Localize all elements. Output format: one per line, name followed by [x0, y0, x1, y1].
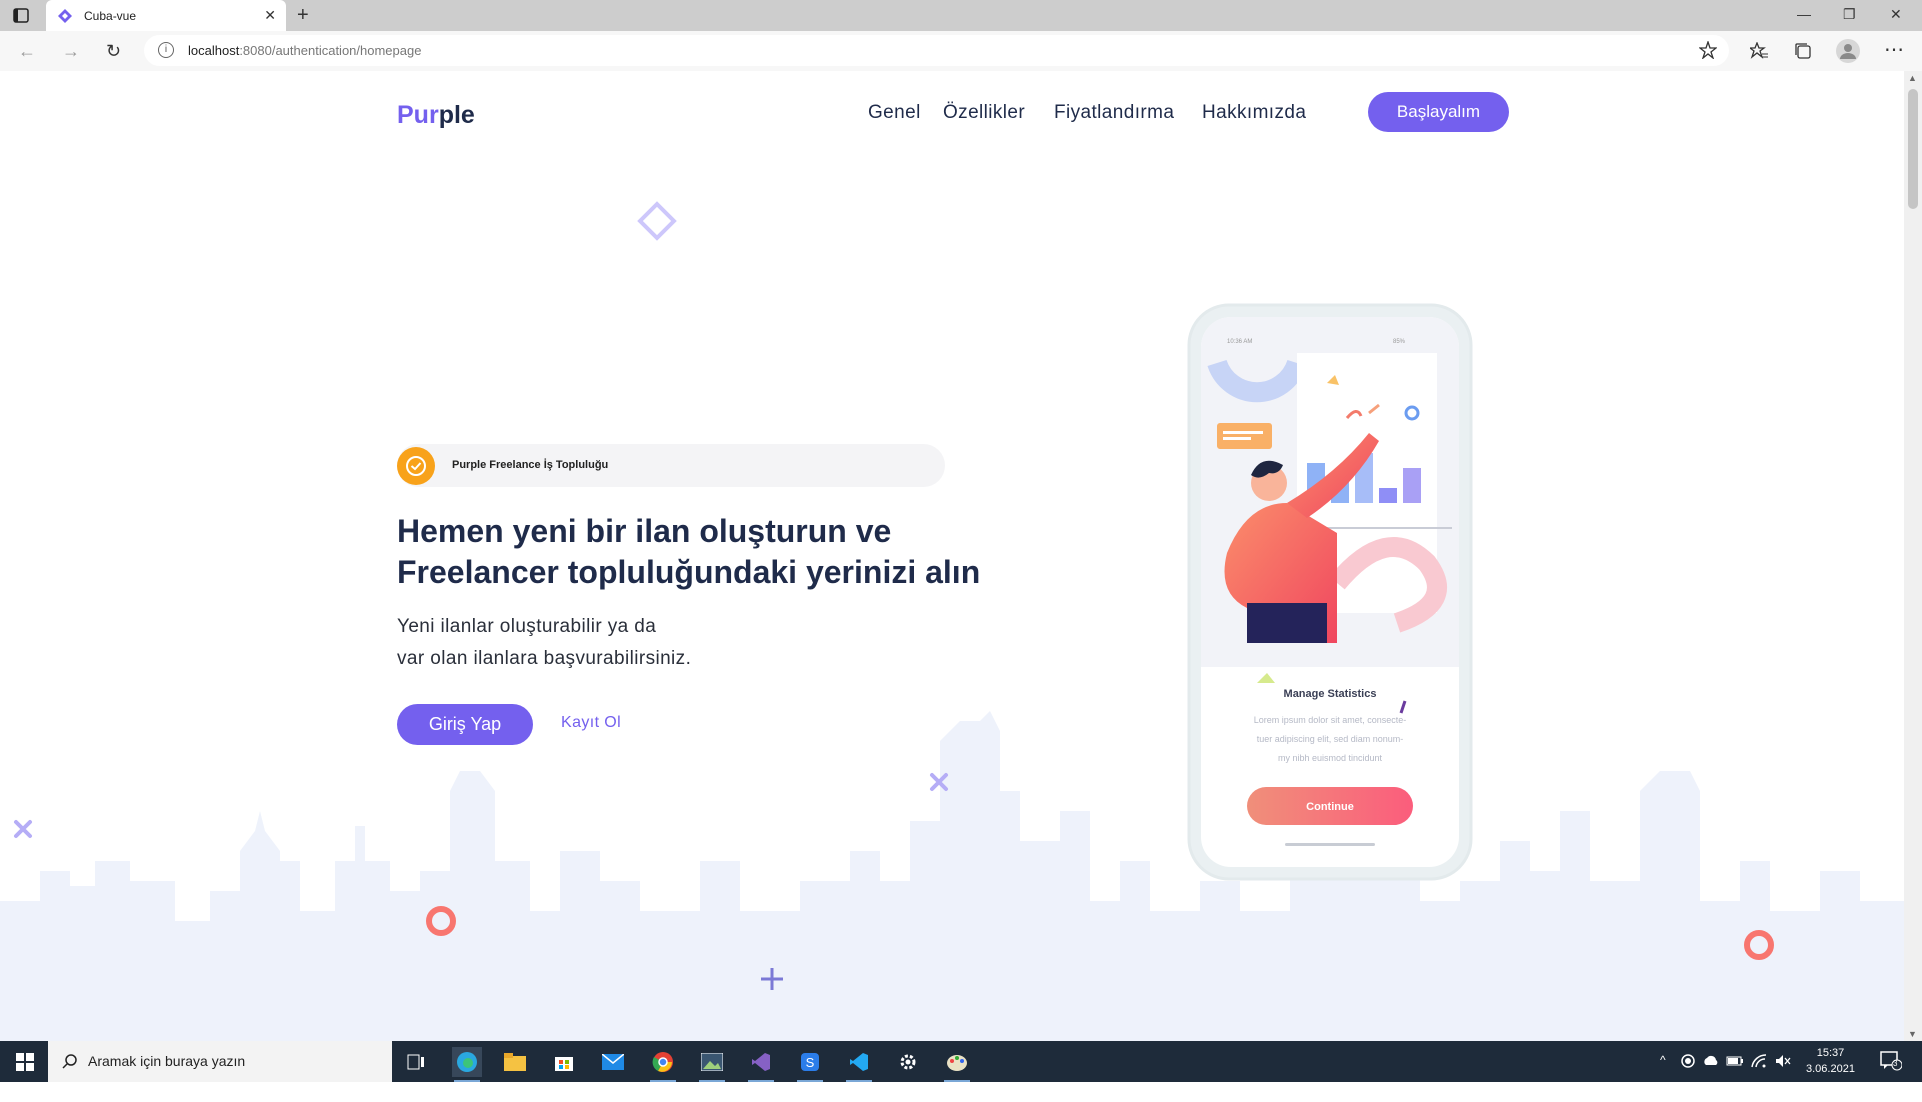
profile-avatar-icon[interactable] — [1836, 39, 1860, 63]
plus-shape-icon — [761, 968, 783, 990]
nav-item-fiyatlandirma[interactable]: Fiyatlandırma — [1054, 102, 1174, 124]
collections-icon[interactable] — [1794, 42, 1812, 60]
onedrive-cloud-icon[interactable] — [1702, 1053, 1720, 1069]
mail-icon[interactable] — [598, 1047, 628, 1077]
browser-tabbar: Cuba-vue ✕ + — ❐ ✕ — [0, 0, 1922, 31]
battery-icon[interactable] — [1726, 1053, 1744, 1069]
notification-count: 3 — [1893, 1059, 1898, 1068]
file-explorer-icon[interactable] — [500, 1047, 530, 1077]
address-bar: ← → ↻ i localhost:8080/authentication/ho… — [0, 31, 1922, 72]
phone-continue-label: Continue — [1306, 801, 1354, 813]
forward-icon[interactable]: → — [62, 41, 80, 62]
more-menu-icon[interactable]: ⋯ — [1884, 37, 1904, 62]
store-icon[interactable] — [549, 1047, 579, 1077]
nav-item-hakkimizda[interactable]: Hakkımızda — [1202, 102, 1306, 124]
svg-text:S: S — [806, 1055, 815, 1070]
stack-app-icon[interactable]: S — [795, 1047, 825, 1082]
page-scrollbar[interactable]: ▲ ▼ — [1904, 71, 1922, 1041]
notifications-icon[interactable]: 3 — [1880, 1051, 1903, 1076]
scroll-thumb[interactable] — [1908, 89, 1918, 209]
tab-title: Cuba-vue — [84, 9, 137, 23]
scroll-up-icon[interactable]: ▲ — [1908, 73, 1917, 83]
hero-headline: Hemen yeni bir ilan oluşturun ve Freelan… — [397, 513, 981, 590]
cross-shape-icon — [14, 820, 32, 838]
paint-app-icon[interactable] — [942, 1047, 972, 1082]
ring-shape-icon — [1744, 930, 1774, 960]
phone-card-text: Lorem ipsum dolor sit amet, consecte- — [1254, 715, 1407, 725]
system-clock[interactable]: 15:37 3.06.2021 — [1806, 1045, 1855, 1077]
back-icon[interactable]: ← — [18, 41, 36, 62]
badge-label: Purple Freelance İş Topluluğu — [452, 459, 609, 471]
phone-card-text: tuer adipiscing elit, sed diam nonum- — [1257, 734, 1404, 744]
ring-shape-icon — [426, 906, 456, 936]
web-page: Purple Genel Özellikler Fiyatlandırma Ha… — [0, 71, 1904, 1041]
reload-icon[interactable]: ↻ — [106, 41, 121, 62]
new-tab-icon[interactable]: + — [297, 4, 309, 27]
windows-taskbar: Aramak için buraya yazın S ^ 15:37 3.06.… — [0, 1041, 1922, 1082]
cross-shape-icon — [930, 773, 948, 791]
phone-card-title: Manage Statistics — [1284, 688, 1377, 700]
tab-close-icon[interactable]: ✕ — [264, 7, 276, 24]
site-logo[interactable]: Purple — [397, 101, 475, 130]
hero-subtitle: Yeni ilanlar oluşturabilir ya da var ola… — [397, 616, 692, 669]
tab-actions-icon[interactable] — [13, 8, 29, 23]
community-badge: Purple Freelance İş Topluluğu — [397, 444, 945, 487]
volume-muted-icon[interactable] — [1774, 1053, 1792, 1069]
windows-start-icon[interactable] — [16, 1053, 34, 1071]
phone-card-text: my nibh euismod tincidunt — [1278, 753, 1383, 763]
minimize-icon[interactable]: — — [1797, 6, 1811, 22]
scroll-down-icon[interactable]: ▼ — [1908, 1029, 1917, 1039]
search-icon — [62, 1054, 77, 1069]
vscode-icon[interactable] — [844, 1047, 874, 1082]
register-link[interactable]: Kayıt Ol — [561, 714, 621, 732]
chrome-icon[interactable] — [648, 1047, 678, 1082]
city-skyline-illustration — [0, 711, 1904, 1041]
favorite-add-icon[interactable] — [1699, 41, 1717, 59]
browser-tab[interactable]: Cuba-vue ✕ — [46, 0, 286, 31]
edge-browser-icon[interactable] — [452, 1047, 482, 1082]
tab-favicon-icon — [58, 9, 72, 23]
taskbar-search-field[interactable]: Aramak için buraya yazın — [48, 1041, 392, 1082]
settings-gear-icon[interactable] — [893, 1047, 923, 1077]
search-placeholder: Aramak için buraya yazın — [88, 1053, 246, 1069]
phone-status-time: 10:36 AM — [1227, 339, 1252, 345]
screen-bottom-area — [0, 1082, 1922, 1102]
get-started-button[interactable]: Başlayalım — [1368, 92, 1509, 132]
nav-item-genel[interactable]: Genel — [868, 102, 921, 124]
wifi-icon[interactable] — [1750, 1053, 1768, 1069]
task-view-icon[interactable] — [401, 1047, 431, 1077]
phone-mockup-illustration: 10:36 AM 85% Manage Statistics Lorem ips… — [1187, 303, 1473, 881]
favorites-icon[interactable] — [1750, 42, 1768, 60]
image-app-icon[interactable] — [697, 1047, 727, 1082]
diamond-shape-icon — [637, 201, 677, 241]
restore-icon[interactable]: ❐ — [1843, 6, 1856, 23]
site-info-icon[interactable]: i — [158, 42, 174, 58]
url-field[interactable]: i localhost:8080/authentication/homepage — [144, 35, 1729, 66]
visual-studio-icon[interactable] — [746, 1047, 776, 1082]
phone-status-battery: 85% — [1393, 339, 1406, 345]
badge-check-icon — [397, 447, 435, 485]
login-button[interactable]: Giriş Yap — [397, 704, 533, 745]
nav-item-ozellikler[interactable]: Özellikler — [943, 102, 1025, 124]
window-close-icon[interactable]: ✕ — [1890, 6, 1902, 23]
tray-record-icon[interactable] — [1680, 1053, 1696, 1069]
tray-chevron-icon[interactable]: ^ — [1660, 1053, 1666, 1067]
url-text: localhost:8080/authentication/homepage — [188, 43, 422, 58]
